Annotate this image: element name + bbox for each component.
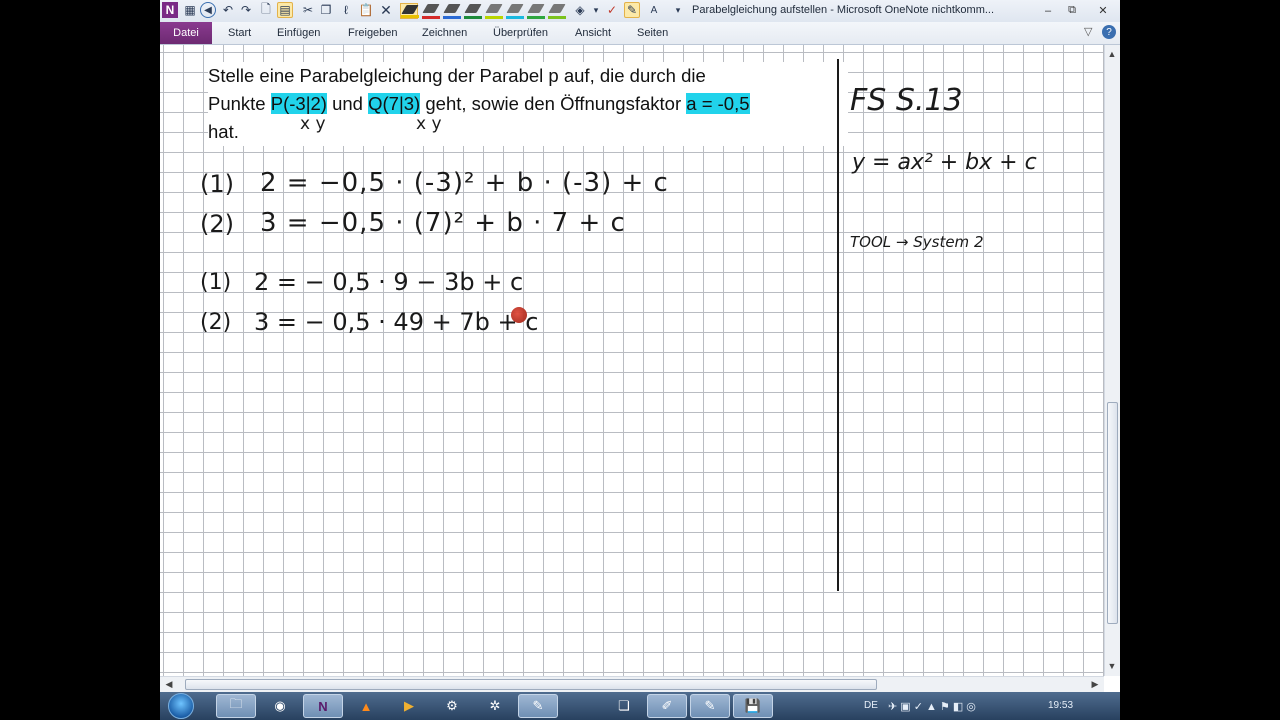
restore-button[interactable]: ⧉	[1060, 2, 1084, 19]
quick-access-toolbar: N ▦ ◀ ↶ ↷ 🗋 ▤ ✂ ❐ ℓ 📋 ✕ ◈ ▾ ✓ ✎ A ▾ Para…	[160, 0, 1120, 23]
scroll-up-icon[interactable]: ▲	[1105, 47, 1119, 61]
ink-xy-under-p: x y	[300, 114, 326, 134]
check-icon[interactable]: ✓	[604, 2, 620, 18]
ink-eq3: 2 = − 0,5 · 9 − 3b + c	[254, 268, 524, 296]
table-icon[interactable]: ▦	[182, 2, 198, 18]
ink-eq4-label: (2)	[200, 310, 232, 335]
expand-ribbon-icon[interactable]: ▽	[1084, 25, 1092, 38]
horizontal-scroll-thumb[interactable]	[185, 679, 877, 690]
tab-view[interactable]: Ansicht	[575, 27, 611, 39]
ribbon-tabs: Datei Start Einfügen Freigeben Zeichnen …	[160, 22, 1120, 45]
highlight-point-q: Q(7|3)	[368, 93, 421, 114]
tab-file[interactable]: Datei	[160, 22, 212, 44]
help-icon[interactable]: ?	[1102, 25, 1116, 39]
dropdown-arrow-icon[interactable]: ▾	[588, 2, 604, 18]
tool2-icon[interactable]: ✐	[647, 694, 687, 718]
scroll-down-icon[interactable]: ▼	[1105, 659, 1119, 673]
copy-icon[interactable]: ❐	[318, 2, 334, 18]
explorer-icon[interactable]: 🗀	[216, 694, 256, 718]
highlighter-lime-icon[interactable]	[548, 3, 566, 19]
pen-red-icon[interactable]	[422, 3, 440, 19]
cut-icon[interactable]: ✂	[300, 2, 316, 18]
scroll-right-icon[interactable]: ▶	[1088, 677, 1102, 691]
ink-eq2-label: (2)	[200, 210, 234, 238]
ink-divider-line	[837, 59, 839, 591]
tab-start[interactable]: Start	[228, 27, 251, 39]
tab-insert[interactable]: Einfügen	[277, 27, 320, 39]
vlc-icon[interactable]: ▲	[346, 694, 386, 718]
vertical-scroll-thumb[interactable]	[1107, 402, 1118, 624]
firefox-icon[interactable]: ◉	[260, 694, 300, 718]
tool3-icon[interactable]: ✎	[690, 694, 730, 718]
highlight-factor: a = -0,5	[686, 93, 750, 114]
network-icon[interactable]: ✲	[475, 694, 515, 718]
settings-icon[interactable]: ⚙	[432, 694, 472, 718]
highlighter-yellowgreen-icon[interactable]	[485, 3, 503, 19]
media-player-icon[interactable]: ▶	[389, 694, 429, 718]
vertical-scrollbar[interactable]: ▲ ▼	[1104, 45, 1120, 676]
language-indicator[interactable]: DE	[864, 700, 878, 711]
close-button[interactable]: ✕	[1088, 2, 1118, 19]
text-format-icon[interactable]: A	[646, 2, 662, 18]
lasso-icon[interactable]: ℓ	[338, 2, 354, 18]
ink-eq4: 3 = − 0,5 · 49 + 7b + c	[254, 308, 539, 336]
note-line-1: Stelle eine Parabelgleichung der Parabel…	[208, 65, 706, 86]
highlighter-green-icon[interactable]	[527, 3, 545, 19]
taskbar: 🗀 ◉ N ▲ ▶ ⚙ ✲ ✎ ❏ ✐ ✎ 💾 DE ✈ ▣ ✓ ▲ ⚑ ◧ ◎…	[160, 692, 1120, 720]
pen-blue-icon[interactable]	[443, 3, 461, 19]
tool-icon[interactable]: ✎	[518, 694, 558, 718]
files-icon[interactable]: ❏	[604, 694, 644, 718]
pen-cursor-icon	[511, 307, 527, 323]
ink-eq3-label: (1)	[200, 270, 232, 295]
tab-pages[interactable]: Seiten	[637, 27, 668, 39]
undo-icon[interactable]: ↶	[220, 2, 236, 18]
minimize-button[interactable]: –	[1036, 2, 1060, 19]
tab-draw[interactable]: Zeichnen	[422, 27, 467, 39]
note-page[interactable]: Stelle eine Parabelgleichung der Parabel…	[160, 45, 1104, 676]
clock[interactable]: 19:53	[1048, 700, 1073, 711]
ink-side-reference: FS S.13	[850, 83, 963, 118]
tab-review[interactable]: Überprüfen	[493, 27, 548, 39]
ink-eq2: 3 = −0,5 · (7)² + b · 7 + c	[260, 208, 626, 238]
ink-xy-under-q: x y	[416, 114, 442, 134]
highlighter-cyan-icon[interactable]	[506, 3, 524, 19]
paste-icon[interactable]: 📋	[358, 2, 374, 18]
print-preview-icon[interactable]: 🗋	[258, 2, 274, 18]
onenote-icon[interactable]: N	[162, 2, 178, 18]
note-text: und	[326, 93, 369, 114]
back-icon[interactable]: ◀	[200, 2, 216, 18]
window-title: Parabelgleichung aufstellen - Microsoft …	[692, 4, 995, 16]
save-icon[interactable]: 💾	[733, 694, 773, 718]
ink-eq1-label: (1)	[200, 170, 234, 198]
tab-share[interactable]: Freigeben	[348, 27, 398, 39]
tray-icons[interactable]: ✈ ▣ ✓ ▲ ⚑ ◧ ◎	[888, 700, 976, 713]
onenote-taskbar-icon[interactable]: N	[303, 694, 343, 718]
onenote-window: N ▦ ◀ ↶ ↷ 🗋 ▤ ✂ ❐ ℓ 📋 ✕ ◈ ▾ ✓ ✎ A ▾ Para…	[160, 0, 1120, 720]
scroll-left-icon[interactable]: ◀	[162, 677, 176, 691]
pen-mode-icon[interactable]: ✎	[624, 2, 640, 18]
ink-eq1: 2 = −0,5 · (-3)² + b · (-3) + c	[260, 168, 669, 198]
ink-side-formula: y = ax² + bx + c	[852, 150, 1037, 175]
pen-yellow-icon[interactable]	[400, 3, 419, 19]
start-button-icon[interactable]	[168, 693, 194, 719]
eraser-icon[interactable]: ✕	[378, 2, 394, 18]
ink-side-tool: TOOL → System 2	[850, 233, 984, 251]
select-icon[interactable]: ▤	[277, 2, 293, 18]
note-text: Punkte	[208, 93, 271, 114]
shapes-icon[interactable]: ◈	[572, 2, 588, 18]
redo-icon[interactable]: ↷	[238, 2, 254, 18]
highlight-point-p: P(-3|2)	[270, 93, 327, 114]
pen-green-icon[interactable]	[464, 3, 482, 19]
note-text: geht, sowie den Öffnungsfaktor	[420, 93, 687, 114]
horizontal-scrollbar[interactable]: ◀ ▶	[160, 676, 1104, 692]
customize-toolbar-icon[interactable]: ▾	[670, 2, 686, 18]
